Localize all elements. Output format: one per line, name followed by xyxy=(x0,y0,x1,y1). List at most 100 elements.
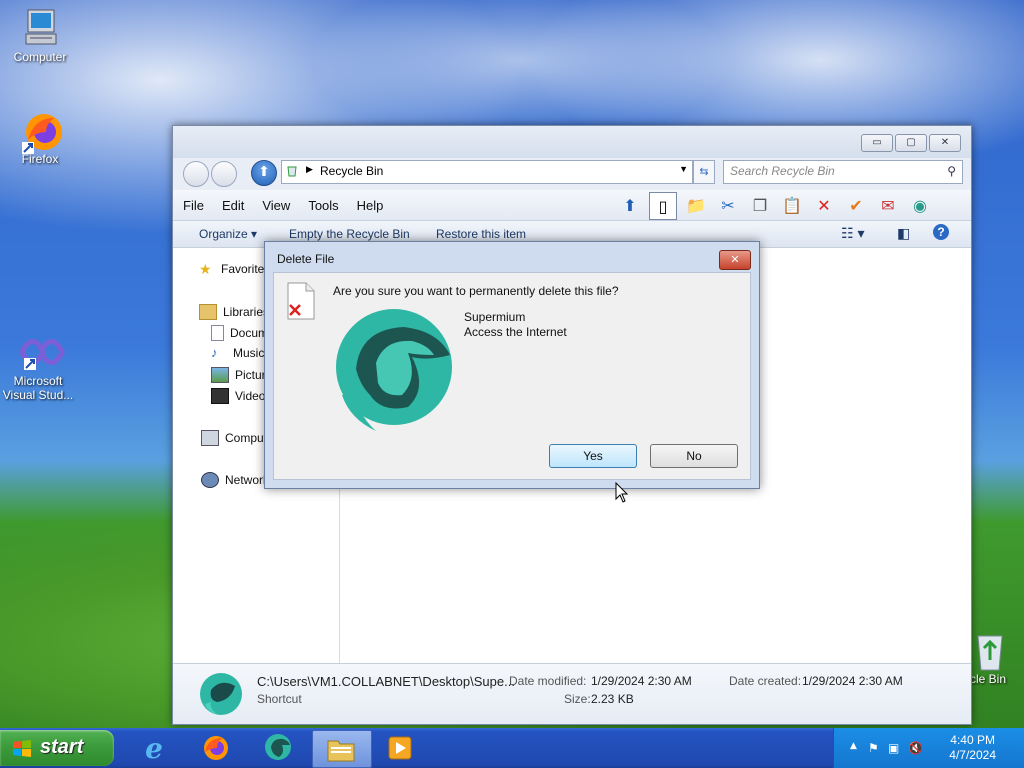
maximize-button[interactable]: ▢ xyxy=(895,134,927,152)
desktop-icon-computer[interactable]: Computer xyxy=(0,8,80,64)
taskbar-firefox[interactable] xyxy=(200,732,232,764)
clock[interactable]: 4:40 PM 4/7/2024 xyxy=(949,733,996,763)
mail-icon[interactable]: ✉ xyxy=(875,192,901,218)
visual-studio-icon xyxy=(18,332,65,372)
organize-button[interactable]: Organize ▾ xyxy=(199,227,257,241)
help-icon[interactable]: ? xyxy=(933,224,949,240)
supermium-icon xyxy=(336,309,452,431)
taskbar-media-player[interactable] xyxy=(384,732,416,764)
search-input[interactable]: Search Recycle Bin ⚲ xyxy=(723,160,963,184)
details-pane: C:\Users\VM1.COLLABNET\Desktop\Supe... S… xyxy=(173,663,971,724)
clock-date: 4/7/2024 xyxy=(949,748,996,762)
address-bar[interactable]: ▶ Recycle Bin ▼ xyxy=(281,160,693,184)
desktop-icon-visual-studio[interactable]: Microsoft Visual Stud... xyxy=(0,332,78,402)
menu-file[interactable]: File xyxy=(183,198,204,213)
taskbar: start e ▲ ⚑ ▣ 🔇 4:40 PM 4/7/2024 xyxy=(0,728,1024,768)
yes-button[interactable]: Yes xyxy=(549,444,637,468)
view-options-icon[interactable]: ☷ ▾ xyxy=(841,225,864,242)
dialog-title: Delete File xyxy=(277,252,335,266)
network-icon xyxy=(201,472,219,488)
delete-file-dialog: Delete File ✕ Are you sure you want to p… xyxy=(264,241,760,489)
supermium-icon xyxy=(200,673,242,715)
recycle-bin-icon xyxy=(287,166,297,177)
videos-icon xyxy=(211,388,229,404)
delete-icon[interactable]: ✕ xyxy=(811,192,837,218)
details-path: C:\Users\VM1.COLLABNET\Desktop\Supe... xyxy=(257,674,515,689)
start-label: start xyxy=(40,736,84,758)
preview-pane-toggle-icon[interactable]: ◧ xyxy=(897,225,910,242)
up-button[interactable]: ⬆ xyxy=(251,160,277,186)
size-value: 2.23 KB xyxy=(591,692,634,706)
windows-flag-icon xyxy=(13,740,31,757)
refresh-button[interactable]: ⇆ xyxy=(693,160,715,184)
nav-favorites[interactable]: ★ Favorites xyxy=(199,262,270,276)
menu-tools[interactable]: Tools xyxy=(308,198,338,213)
document-icon xyxy=(211,325,224,341)
title-bar[interactable]: ▭ ▢ ✕ xyxy=(173,126,971,158)
menu-view[interactable]: View xyxy=(262,198,290,213)
paste-icon[interactable]: 📋 xyxy=(779,192,805,218)
firefox-icon xyxy=(204,736,228,760)
music-icon: ♪ xyxy=(211,345,218,360)
menu-edit[interactable]: Edit xyxy=(222,198,244,213)
globe-icon[interactable]: ◉ xyxy=(907,192,933,218)
date-modified-label: Date modified: xyxy=(509,674,587,688)
address-row: ⬆ ▶ Recycle Bin ▼ ⇆ Search Recycle Bin ⚲ xyxy=(173,158,971,188)
menu-help[interactable]: Help xyxy=(357,198,384,213)
star-icon: ★ xyxy=(199,261,212,277)
arrow-up-icon: ⬆ xyxy=(258,164,270,180)
date-created-value: 1/29/2024 2:30 AM xyxy=(802,674,903,688)
recycle-bin-icon xyxy=(970,630,1010,671)
empty-recycle-bin-button[interactable]: Empty the Recycle Bin xyxy=(289,227,410,241)
toolbar: ⬆ ▯ 📁 ✂ ❐ 📋 ✕ ✔ ✉ ◉ xyxy=(617,192,933,220)
checkmark-icon[interactable]: ✔ xyxy=(843,192,869,218)
desktop-icon-label: Microsoft Visual Stud... xyxy=(2,374,74,402)
dialog-item-name: Supermium xyxy=(464,310,526,324)
back-button[interactable] xyxy=(183,161,209,187)
taskbar-supermium[interactable] xyxy=(262,732,294,764)
details-type: Shortcut xyxy=(257,692,302,706)
internet-explorer-icon: e xyxy=(145,731,163,765)
nav-libraries[interactable]: Libraries xyxy=(199,304,269,320)
media-player-icon xyxy=(388,736,412,760)
minimize-button[interactable]: ▭ xyxy=(861,134,893,152)
dialog-question: Are you sure you want to permanently del… xyxy=(333,284,619,298)
taskbar-explorer[interactable] xyxy=(312,730,372,768)
folder-options-icon[interactable]: 📁 xyxy=(683,192,709,218)
chevron-down-icon[interactable]: ▼ xyxy=(679,164,688,174)
date-modified-value: 1/29/2024 2:30 AM xyxy=(591,674,692,688)
nav-music[interactable]: ♪ Music xyxy=(211,345,264,361)
menu-bar: File Edit View Tools Help ⬆ ▯ 📁 ✂ ❐ 📋 ✕ … xyxy=(173,190,971,221)
computer-icon xyxy=(201,430,219,446)
date-created-label: Date created: xyxy=(729,674,802,688)
network-icon[interactable]: ▣ xyxy=(888,741,899,755)
nav-label: Favorites xyxy=(221,262,271,276)
volume-muted-icon[interactable]: 🔇 xyxy=(908,741,923,755)
preview-pane-icon[interactable]: ▯ xyxy=(649,192,677,220)
start-button[interactable]: start xyxy=(0,730,114,766)
forward-button[interactable] xyxy=(211,161,237,187)
clock-time: 4:40 PM xyxy=(950,733,995,747)
computer-icon xyxy=(20,8,60,48)
desktop-icon-label: Computer xyxy=(13,50,67,64)
copy-icon[interactable]: ❐ xyxy=(747,192,773,218)
dialog-close-button[interactable]: ✕ xyxy=(719,250,751,270)
no-button[interactable]: No xyxy=(650,444,738,468)
up-arrow-icon[interactable]: ⬆ xyxy=(617,192,643,218)
delete-file-icon xyxy=(287,282,315,320)
dialog-body: Are you sure you want to permanently del… xyxy=(273,272,751,480)
close-button[interactable]: ✕ xyxy=(929,134,961,152)
firefox-icon xyxy=(20,110,62,154)
show-hidden-icons-icon[interactable]: ▲ xyxy=(850,741,857,751)
restore-item-button[interactable]: Restore this item xyxy=(436,227,526,241)
nav-label: Network xyxy=(225,473,270,487)
nav-network[interactable]: Network xyxy=(201,472,269,488)
mouse-cursor-icon xyxy=(615,482,629,503)
taskbar-internet-explorer[interactable]: e xyxy=(138,731,170,765)
action-center-flag-icon[interactable]: ⚑ xyxy=(868,741,879,755)
folder-icon xyxy=(327,740,355,762)
nav-videos[interactable]: Videos xyxy=(211,388,271,404)
search-icon: ⚲ xyxy=(947,164,956,178)
cut-icon[interactable]: ✂ xyxy=(715,192,741,218)
desktop-icon-firefox[interactable]: Firefox xyxy=(0,110,80,166)
